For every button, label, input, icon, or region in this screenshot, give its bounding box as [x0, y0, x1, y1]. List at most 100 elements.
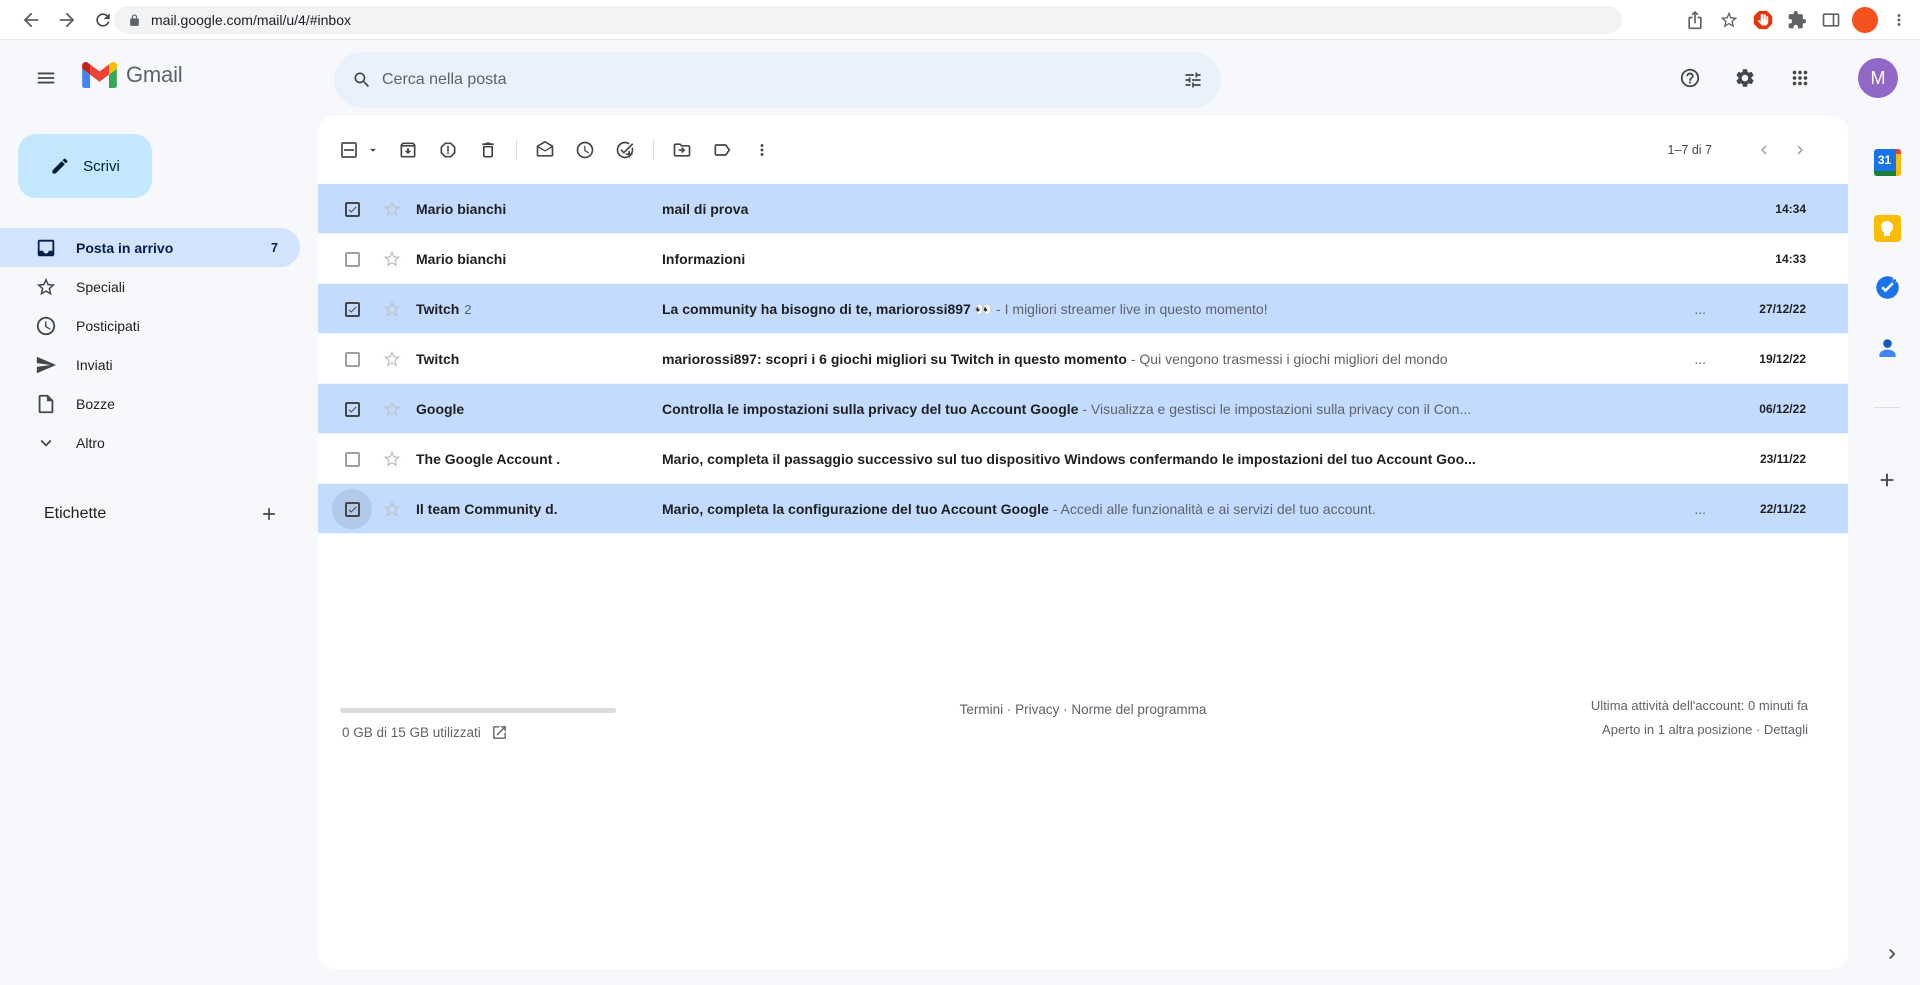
- email-subject: La community ha bisogno di te, marioross…: [662, 301, 1268, 318]
- star-icon[interactable]: [372, 189, 412, 229]
- select-checkbox[interactable]: [332, 439, 372, 479]
- rail-divider: [1874, 407, 1900, 408]
- star-icon[interactable]: [372, 489, 412, 529]
- apps-grid-icon[interactable]: [1780, 58, 1820, 98]
- sidebar-item-speciali[interactable]: Speciali: [0, 267, 300, 306]
- sidebar-item-bozze[interactable]: Bozze: [0, 384, 300, 423]
- activity-line1: Ultima attività dell'account: 0 minuti f…: [1591, 694, 1808, 718]
- pencil-icon: [50, 156, 70, 176]
- email-row[interactable]: Twitchmariorossi897: scopri i 6 giochi m…: [318, 334, 1848, 384]
- open-in-new-icon[interactable]: [491, 724, 508, 741]
- email-row[interactable]: Mario bianchimail di prova14:34: [318, 184, 1848, 234]
- compose-label: Scrivi: [83, 158, 120, 175]
- select-all-checkbox[interactable]: [332, 130, 380, 170]
- extensions-puzzle-icon[interactable]: [1782, 5, 1812, 35]
- browser-toolbar: mail.google.com/mail/u/4/#inbox: [0, 0, 1920, 40]
- gmail-logo[interactable]: Gmail: [82, 62, 182, 88]
- side-panel-icon[interactable]: [1816, 5, 1846, 35]
- sidebar-item-posta-in-arrivo[interactable]: Posta in arrivo7: [0, 228, 300, 267]
- search-icon[interactable]: [342, 60, 382, 100]
- account-avatar[interactable]: M: [1858, 58, 1898, 98]
- mark-read-icon[interactable]: [525, 130, 565, 170]
- email-snippet: Accedi alle funzionalità e ai servizi de…: [1061, 501, 1376, 517]
- sidebar-item-label: Speciali: [76, 279, 125, 295]
- email-subject: mail di prova: [662, 201, 1718, 217]
- star-icon[interactable]: [372, 239, 412, 279]
- search-input[interactable]: [382, 71, 1173, 89]
- gmail-header: Gmail M: [0, 40, 1920, 116]
- collapse-panel-chevron-icon[interactable]: [1874, 936, 1910, 972]
- email-sender: The Google Account .: [412, 451, 662, 467]
- sidebar-item-altro[interactable]: Altro: [0, 423, 300, 462]
- compose-button[interactable]: Scrivi: [18, 134, 152, 198]
- email-row[interactable]: Twitch2La community ha bisogno di te, ma…: [318, 284, 1848, 334]
- chevron-down-icon: [34, 431, 58, 455]
- tasks-icon[interactable]: [1869, 269, 1905, 305]
- tune-icon[interactable]: [1173, 60, 1213, 100]
- labels-title: Etichette: [44, 505, 106, 523]
- label-icon[interactable]: [702, 130, 742, 170]
- forward-icon[interactable]: [52, 5, 82, 35]
- menu-icon[interactable]: [26, 58, 66, 98]
- calendar-icon[interactable]: 31: [1869, 144, 1905, 180]
- delete-icon[interactable]: [468, 130, 508, 170]
- browser-menu-kebab[interactable]: [1884, 5, 1914, 35]
- sidebar-item-label: Altro: [76, 435, 105, 451]
- email-snippet: Visualizza e gestisci le impostazioni su…: [1091, 401, 1471, 417]
- select-checkbox[interactable]: [332, 489, 372, 529]
- add-label-plus-icon[interactable]: [249, 498, 289, 530]
- more-vert-icon[interactable]: [742, 130, 782, 170]
- snippet-ellipsis: ...: [1682, 501, 1718, 517]
- email-row[interactable]: Il team Community d.Mario, completa la c…: [318, 484, 1848, 534]
- sidebar-item-inviati[interactable]: Inviati: [0, 345, 300, 384]
- browser-avatar[interactable]: [1850, 5, 1880, 35]
- select-checkbox[interactable]: [332, 389, 372, 429]
- snooze-icon[interactable]: [565, 130, 605, 170]
- lock-icon: [128, 14, 141, 27]
- settings-gear-icon[interactable]: [1725, 58, 1765, 98]
- help-icon[interactable]: [1670, 58, 1710, 98]
- browser-avatar-circle: [1852, 7, 1878, 33]
- sidebar-item-posticipati[interactable]: Posticipati: [0, 306, 300, 345]
- share-icon[interactable]: [1680, 5, 1710, 35]
- contacts-icon[interactable]: [1869, 330, 1905, 366]
- star-icon[interactable]: [372, 439, 412, 479]
- archive-icon[interactable]: [388, 130, 428, 170]
- thread-count: 2: [464, 302, 471, 317]
- email-row[interactable]: The Google Account .Mario, completa il p…: [318, 434, 1848, 484]
- email-row[interactable]: GoogleControlla le impostazioni sulla pr…: [318, 384, 1848, 434]
- page-next-icon[interactable]: [1782, 132, 1818, 168]
- star-icon[interactable]: [372, 339, 412, 379]
- draft-icon: [34, 392, 58, 416]
- report-spam-icon[interactable]: [428, 130, 468, 170]
- adblock-icon[interactable]: [1748, 5, 1778, 35]
- search-bar[interactable]: [334, 52, 1221, 108]
- email-sender: Mario bianchi: [412, 251, 662, 267]
- sidebar-item-label: Bozze: [76, 396, 115, 412]
- select-checkbox[interactable]: [332, 339, 372, 379]
- snippet-ellipsis: ...: [1682, 301, 1718, 317]
- toolbar-divider: [516, 140, 517, 160]
- star-icon[interactable]: [372, 389, 412, 429]
- select-checkbox[interactable]: [332, 189, 372, 229]
- keep-icon-tile: [1874, 215, 1901, 242]
- keep-icon[interactable]: [1869, 210, 1905, 246]
- back-icon[interactable]: [16, 5, 46, 35]
- email-row[interactable]: Mario bianchiInformazioni14:33: [318, 234, 1848, 284]
- address-bar[interactable]: mail.google.com/mail/u/4/#inbox: [114, 6, 1622, 34]
- select-checkbox[interactable]: [332, 239, 372, 279]
- activity-line2[interactable]: Aperto in 1 altra posizione · Dettagli: [1591, 718, 1808, 742]
- get-addons-plus-icon[interactable]: [1869, 462, 1905, 498]
- star-icon[interactable]: [372, 289, 412, 329]
- mail-toolbar: 1–7 di 7: [318, 116, 1848, 184]
- move-to-icon[interactable]: [662, 130, 702, 170]
- star-icon: [34, 275, 58, 299]
- email-subject: mariorossi897: scopri i 6 giochi miglior…: [662, 351, 1448, 367]
- page-prev-icon[interactable]: [1746, 132, 1782, 168]
- select-dropdown-caret[interactable]: [366, 143, 380, 157]
- select-checkbox[interactable]: [332, 289, 372, 329]
- email-sender: Google: [412, 401, 662, 417]
- add-task-icon[interactable]: [605, 130, 645, 170]
- bookmark-star-icon[interactable]: [1714, 5, 1744, 35]
- inbox-icon: [34, 236, 58, 260]
